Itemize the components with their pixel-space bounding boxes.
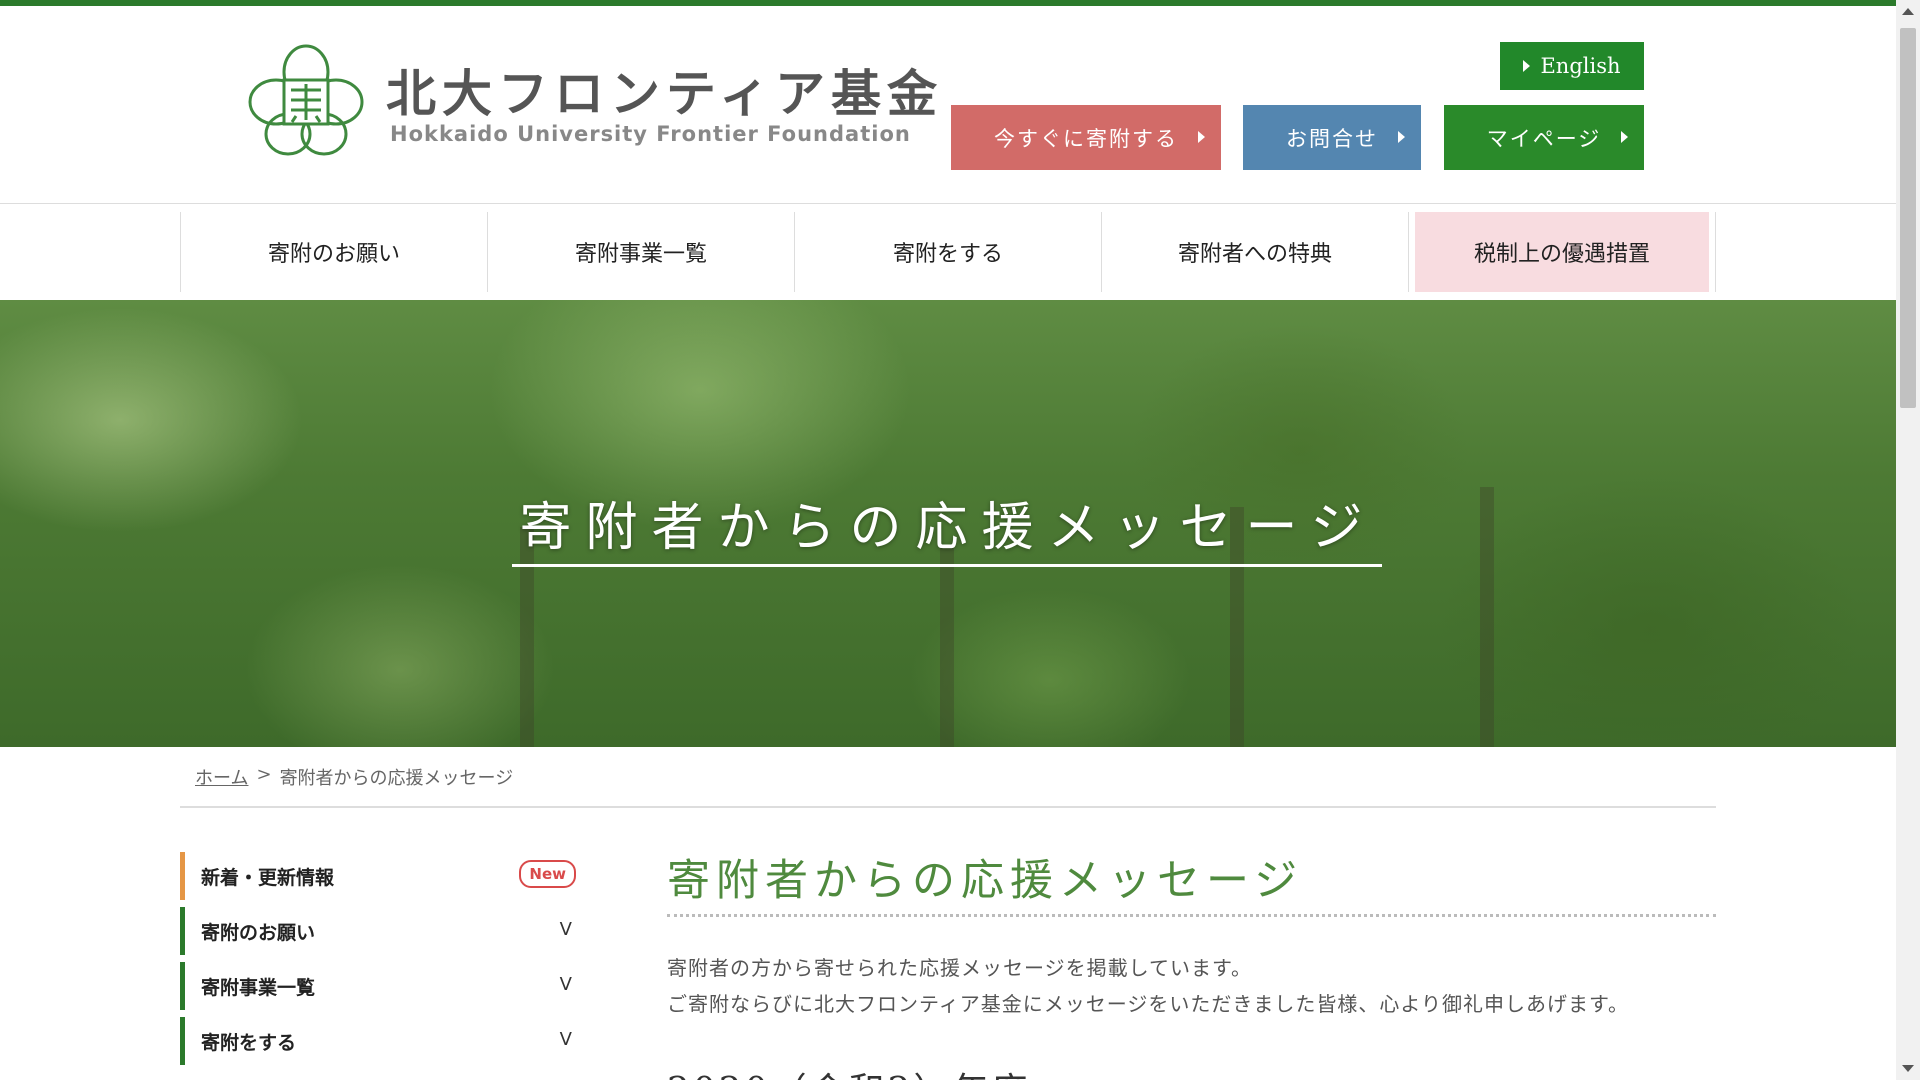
nav-label: 税制上の優遇措置 [1415,212,1709,292]
site-title[interactable]: 北大フロンティア基金 [386,54,943,126]
caret-right-icon [1398,131,1405,143]
sidebar-item-label: 寄附をする [201,1031,297,1054]
nav-label: 寄附者への特典 [1177,242,1332,267]
expand-chevron-icon[interactable]: V [560,1029,572,1050]
new-badge: New [519,860,576,888]
nav-item-tax-benefits[interactable]: 税制上の優遇措置 [1408,212,1716,292]
sidebar-item-donate[interactable]: 寄附をする V [180,1017,584,1065]
sidebar-item-label: 新着・更新情報 [201,866,335,889]
breadcrumb-home-link[interactable]: ホーム [195,764,248,790]
hero-title-underline [512,564,1382,567]
breadcrumb-divider [180,806,1716,808]
year-heading: 2020（令和2）年度 [667,1062,1031,1080]
tree-trunk-decoration [940,547,954,747]
page-title: 寄附者からの応援メッセージ [667,856,1304,906]
breadcrumb: ホーム > 寄附者からの応援メッセージ [195,764,513,790]
caret-right-icon [1621,131,1628,143]
intro-line: ご寄附ならびに北大フロンティア基金にメッセージをいただきました皆様、心より御礼申… [667,992,1629,1016]
nav-label: 寄附のお願い [267,242,400,267]
sidebar-item-label: 寄附事業一覧 [201,976,316,999]
scrollbar[interactable] [1896,0,1920,1080]
breadcrumb-separator: > [256,764,272,785]
mypage-label: マイページ [1486,126,1602,151]
mypage-button[interactable]: マイページ [1444,105,1644,170]
caret-right-icon [1523,60,1531,72]
scroll-up-arrow-icon[interactable] [1902,8,1914,15]
nav-label: 寄附をする [892,242,1003,267]
breadcrumb-current: 寄附者からの応援メッセージ [279,768,514,789]
nav-item-donate[interactable]: 寄附をする [794,212,1101,292]
caret-right-icon [1198,131,1205,143]
contact-label: お問合せ [1286,126,1378,151]
nav-label: 寄附事業一覧 [574,242,707,267]
sidebar-item-label: 寄附のお願い [201,921,316,944]
site-subtitle: Hokkaido University Frontier Foundation [390,122,911,146]
nav-item-project-list[interactable]: 寄附事業一覧 [487,212,794,292]
sidebar: 新着・更新情報 New 寄附のお願い V 寄附事業一覧 V 寄附をする V [180,852,584,1072]
tree-trunk-decoration [520,527,534,747]
donate-now-button[interactable]: 今すぐに寄附する [951,105,1221,170]
sidebar-item-donation-request[interactable]: 寄附のお願い V [180,907,584,955]
sidebar-item-news[interactable]: 新着・更新情報 New [180,852,584,900]
english-label: English [1540,54,1621,78]
donate-now-label: 今すぐに寄附する [994,126,1178,151]
title-dotted-divider [667,914,1716,917]
nav-item-donation-request[interactable]: 寄附のお願い [180,212,487,292]
hero-banner: 寄附者からの応援メッセージ [0,300,1896,747]
sidebar-item-project-list[interactable]: 寄附事業一覧 V [180,962,584,1010]
site-header: 北大フロンティア基金 Hokkaido University Frontier … [0,6,1896,204]
university-logo-icon[interactable] [246,42,366,162]
english-link-button[interactable]: English [1500,42,1644,90]
contact-button[interactable]: お問合せ [1243,105,1421,170]
nav-item-donor-benefits[interactable]: 寄附者への特典 [1101,212,1408,292]
intro-line: 寄附者の方から寄せられた応援メッセージを掲載しています。 [667,956,1252,980]
hero-title: 寄附者からの応援メッセージ [519,498,1377,558]
expand-chevron-icon[interactable]: V [560,974,572,995]
main-nav: 寄附のお願い 寄附事業一覧 寄附をする 寄附者への特典 税制上の優遇措置 [180,212,1716,292]
intro-text: 寄附者の方から寄せられた応援メッセージを掲載しています。 ご寄附ならびに北大フロ… [667,950,1629,1022]
scroll-down-arrow-icon[interactable] [1902,1065,1914,1072]
expand-chevron-icon[interactable]: V [560,919,572,940]
scroll-thumb[interactable] [1900,28,1916,408]
